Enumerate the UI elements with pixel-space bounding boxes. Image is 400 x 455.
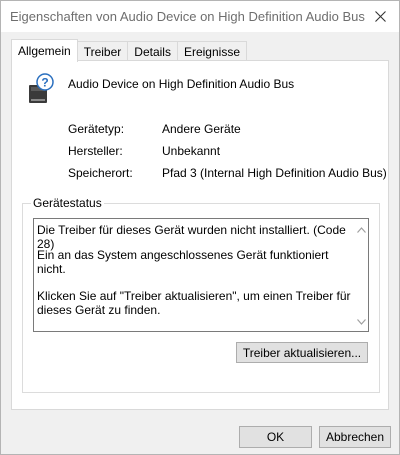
scroll-up-icon[interactable] [357,222,366,236]
tab-ereignisse[interactable]: Ereignisse [176,41,247,62]
svg-text:?: ? [41,76,48,90]
manufacturer-value: Unbekannt [162,144,221,158]
tab-treiber[interactable]: Treiber [76,41,129,62]
device-type-label: Gerätetyp: [68,122,125,136]
device-status-title: Gerätestatus [31,196,104,210]
tab-allgemein[interactable]: Allgemein [11,39,78,62]
status-line-instruction: Klicken Sie auf "Treiber aktualisieren",… [37,289,351,317]
device-status-textbox[interactable]: Die Treiber für dieses Gerät wurden nich… [33,218,369,332]
status-line-device: Ein an das System angeschlossenes Gerät … [37,248,329,276]
device-status-group: Gerätestatus Die Treiber für dieses Gerä… [22,196,380,393]
location-label: Speicherort: [68,166,133,180]
unknown-device-icon: ? [26,73,56,105]
location-value: Pfad 3 (Internal High Definition Audio B… [162,166,387,180]
status-line-code: Die Treiber für dieses Gerät wurden nich… [37,223,346,251]
general-tab-panel: ? Audio Device on High Definition Audio … [11,60,389,410]
scroll-down-icon[interactable] [357,314,366,328]
device-name: Audio Device on High Definition Audio Bu… [68,77,295,91]
window-title: Eigenschaften von Audio Device on High D… [10,9,365,24]
tab-details[interactable]: Details [127,41,178,62]
close-button[interactable] [361,1,399,32]
ok-button[interactable]: OK [239,426,312,448]
title-bar[interactable]: Eigenschaften von Audio Device on High D… [1,1,399,32]
properties-dialog: Eigenschaften von Audio Device on High D… [0,0,400,455]
update-driver-button[interactable]: Treiber aktualisieren... [236,342,368,363]
close-icon [374,11,386,22]
tab-strip: Allgemein Treiber Details Ereignisse [11,39,247,62]
manufacturer-label: Hersteller: [68,144,123,158]
cancel-button[interactable]: Abbrechen [319,426,391,448]
device-type-value: Andere Geräte [162,122,241,136]
